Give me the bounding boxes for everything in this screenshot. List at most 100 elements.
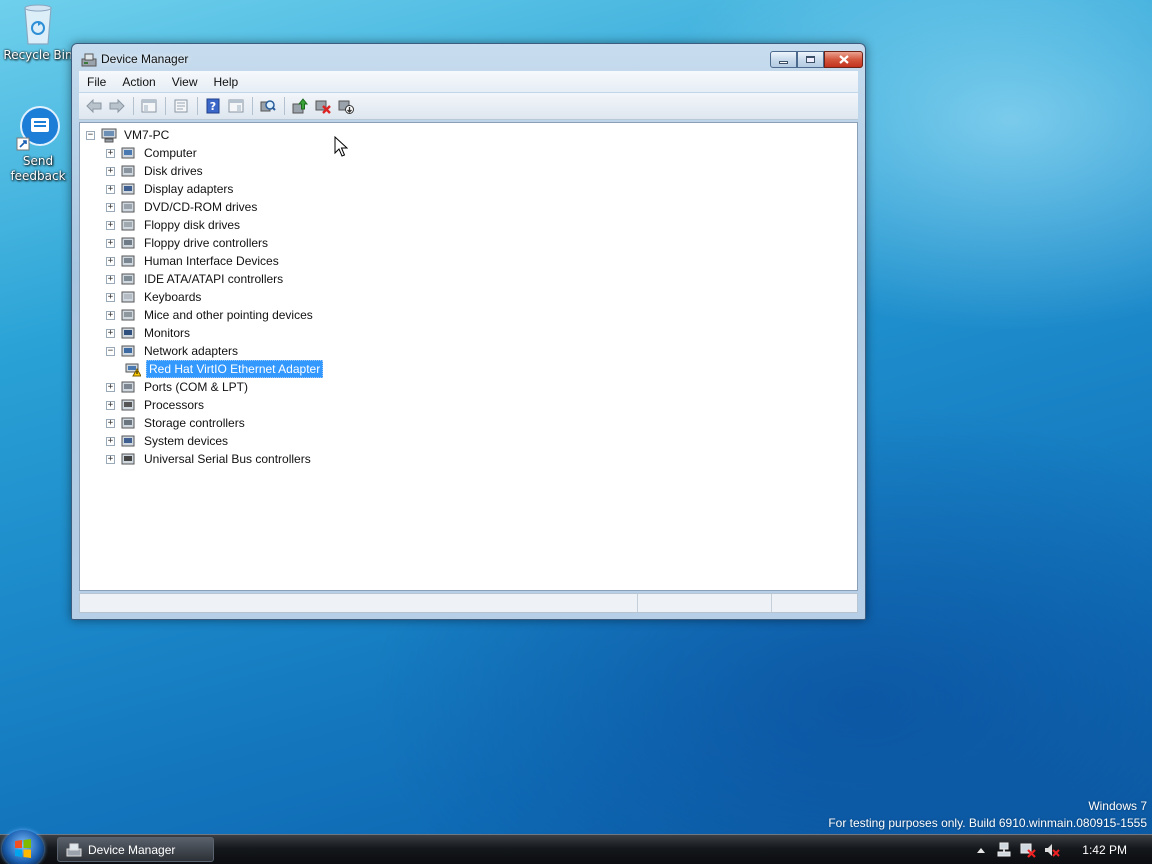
tree-category-item[interactable]: + Human Interface Devices [106, 252, 281, 270]
toolbar-separator [197, 97, 198, 115]
tree-category-item[interactable]: + Universal Serial Bus controllers [106, 450, 313, 468]
network-icon[interactable] [997, 842, 1011, 858]
tree-category-item[interactable]: + Computer [106, 144, 199, 162]
properties-icon [174, 99, 188, 113]
expand-toggle[interactable]: + [106, 274, 115, 284]
recycle-bin-desktop-icon[interactable]: Recycle Bin [0, 2, 76, 63]
tree-item-label: System devices [144, 434, 229, 448]
expand-toggle[interactable]: + [106, 184, 115, 194]
tree-category-item[interactable]: + Disk drives [106, 162, 205, 180]
tree-category-item[interactable]: + Storage controllers [106, 414, 247, 432]
collapse-toggle[interactable]: − [106, 346, 115, 356]
taskbar: Device Manager 1:42 PM [0, 830, 1152, 864]
maximize-button[interactable] [797, 51, 824, 68]
update-driver-button[interactable] [289, 96, 311, 116]
tree-category-item[interactable]: + Processors [106, 396, 206, 414]
taskbar-clock[interactable]: 1:42 PM [1082, 843, 1127, 857]
forward-icon [109, 99, 125, 113]
expand-toggle[interactable]: + [106, 400, 115, 410]
tree-item-label: Processors [144, 398, 205, 412]
expand-toggle[interactable]: + [106, 328, 115, 338]
tree-child-item[interactable]: Red Hat VirtIO Ethernet Adapter [125, 360, 324, 378]
minimize-button[interactable] [770, 51, 797, 68]
menu-help[interactable]: Help [206, 75, 247, 89]
menu-view[interactable]: View [164, 75, 206, 89]
tree-category-item[interactable]: + System devices [106, 432, 230, 450]
menu-action[interactable]: Action [114, 75, 163, 89]
system-device-icon [121, 433, 137, 449]
expand-toggle[interactable]: + [106, 382, 115, 392]
expand-toggle[interactable]: + [106, 166, 115, 176]
warning-network-adapter-icon [125, 361, 142, 377]
storage-controller-icon [121, 415, 137, 431]
tree-category-item[interactable]: + Keyboards [106, 288, 203, 306]
tree-item-label: Red Hat VirtIO Ethernet Adapter [146, 360, 324, 378]
expand-toggle[interactable]: + [106, 256, 115, 266]
scan-hardware-button[interactable] [257, 96, 279, 116]
start-button[interactable] [2, 830, 44, 864]
send-feedback-desktop-icon[interactable]: Send feedback [0, 106, 76, 184]
tree-item-label: Floppy disk drives [144, 218, 241, 232]
device-manager-window: Device Manager File Action View Help ? −… [71, 43, 866, 620]
root-label: VM7-PC [124, 128, 170, 142]
expand-toggle[interactable]: + [106, 310, 115, 320]
floppy-controller-icon [121, 235, 137, 251]
tree-item-label: Ports (COM & LPT) [144, 380, 249, 394]
menu-file[interactable]: File [79, 75, 114, 89]
expand-toggle[interactable]: + [106, 436, 115, 446]
show-hide-tree-button[interactable] [138, 96, 160, 116]
title-bar[interactable]: Device Manager [72, 44, 865, 74]
expand-toggle[interactable]: + [106, 202, 115, 212]
tree-category-item[interactable]: + Floppy disk drives [106, 216, 242, 234]
tree-item-label: Floppy drive controllers [144, 236, 269, 250]
tree-category-item[interactable]: + Ports (COM & LPT) [106, 378, 250, 396]
expand-toggle[interactable]: + [106, 292, 115, 302]
status-cell-3 [772, 594, 857, 612]
status-cell-main [80, 594, 638, 612]
tree-category-item[interactable]: + IDE ATA/ATAPI controllers [106, 270, 285, 288]
tree-item-label: Mice and other pointing devices [144, 308, 313, 322]
tree-category-item[interactable]: + Mice and other pointing devices [106, 306, 315, 324]
disable-device-button[interactable] [335, 96, 357, 116]
ide-controller-icon [121, 271, 137, 287]
processor-icon [121, 397, 137, 413]
forward-button[interactable] [106, 96, 128, 116]
floppy-drive-icon [121, 217, 137, 233]
action-center-icon[interactable] [1020, 842, 1036, 858]
back-button[interactable] [83, 96, 105, 116]
volume-muted-icon[interactable] [1044, 842, 1060, 858]
tree-item-label: Storage controllers [144, 416, 245, 430]
properties-button[interactable] [170, 96, 192, 116]
expand-toggle[interactable]: + [106, 220, 115, 230]
tree-category-item[interactable]: + Display adapters [106, 180, 235, 198]
expand-toggle[interactable]: + [106, 454, 115, 464]
tree-category-item[interactable]: + Monitors [106, 324, 192, 342]
status-cell-2 [638, 594, 772, 612]
usb-icon [121, 451, 137, 467]
close-icon [838, 55, 849, 64]
expand-toggle[interactable]: + [106, 418, 115, 428]
help-button[interactable]: ? [202, 96, 224, 116]
tree-category-item[interactable]: − Network adapters [106, 342, 240, 360]
feedback-icon [15, 106, 61, 152]
show-hide-action-pane-button[interactable] [225, 96, 247, 116]
close-button[interactable] [824, 51, 863, 68]
update-driver-icon [292, 98, 308, 114]
expand-toggle[interactable]: + [106, 148, 115, 158]
watermark-line-1: Windows 7 [1088, 799, 1147, 813]
device-manager-icon [81, 53, 97, 67]
build-watermark: Windows 7 For testing purposes only. Bui… [828, 798, 1147, 832]
taskbar-device-manager-button[interactable]: Device Manager [57, 837, 214, 862]
collapse-toggle[interactable]: − [86, 130, 95, 140]
expand-toggle[interactable]: + [106, 238, 115, 248]
show-hidden-icons-icon[interactable] [976, 846, 986, 854]
tree-item-label: Monitors [144, 326, 191, 340]
tree-category-item[interactable]: + Floppy drive controllers [106, 234, 270, 252]
tree-root[interactable]: − VM7-PC [86, 126, 171, 144]
device-tree[interactable]: − VM7-PC + Computer + Disk drives + Display a… [79, 122, 858, 591]
help-icon: ? [206, 98, 220, 114]
uninstall-button[interactable] [312, 96, 334, 116]
tree-item-label: Keyboards [144, 290, 202, 304]
toolbar-separator [252, 97, 253, 115]
tree-category-item[interactable]: + DVD/CD-ROM drives [106, 198, 259, 216]
